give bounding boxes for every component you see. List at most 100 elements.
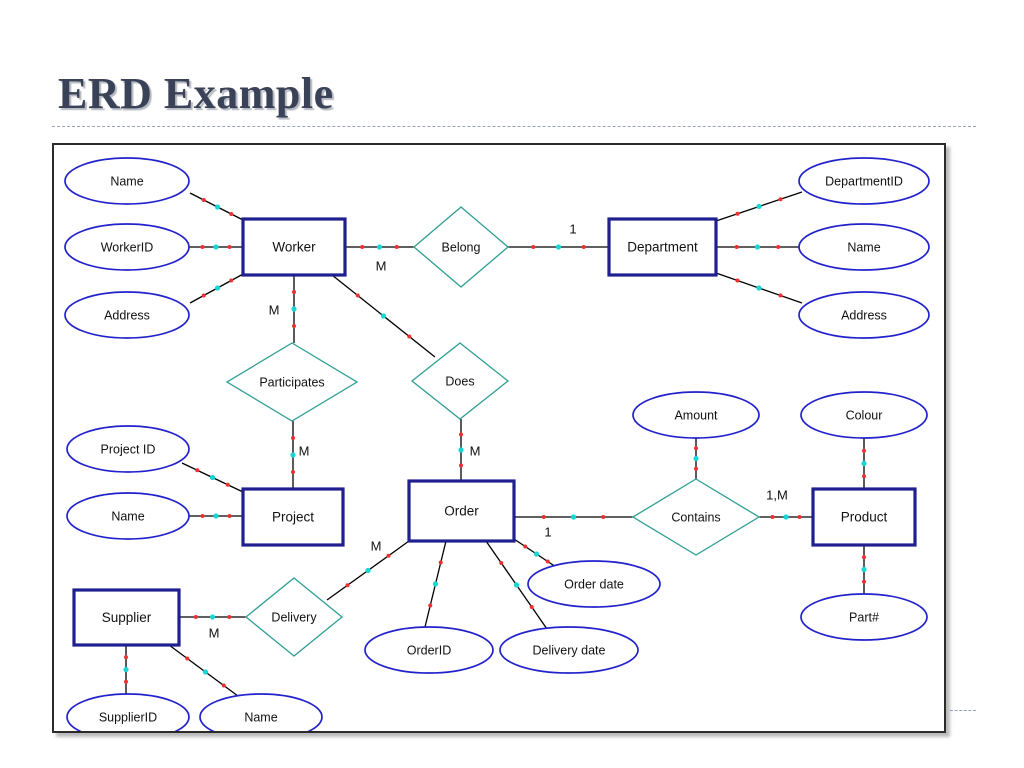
connector-handle[interactable] — [428, 603, 433, 608]
connector-handle[interactable] — [201, 198, 206, 202]
connector-handle[interactable] — [124, 655, 128, 660]
connector-handle[interactable] — [459, 432, 463, 437]
connector-handle[interactable] — [432, 581, 439, 587]
attribute-project-id[interactable]: Project ID — [66, 425, 190, 473]
connector-handle[interactable] — [797, 515, 802, 519]
connector-handle[interactable] — [209, 474, 216, 481]
connector-handle[interactable] — [376, 244, 383, 250]
connector-handle[interactable] — [545, 559, 550, 564]
connector-handle[interactable] — [227, 245, 232, 249]
connector-handle[interactable] — [458, 447, 464, 453]
entity-supplier[interactable]: Supplier — [72, 588, 181, 647]
relationship-belong[interactable]: Belong — [412, 206, 510, 288]
connector-handle[interactable] — [213, 244, 219, 250]
attribute-colour[interactable]: Colour — [800, 391, 928, 439]
connector-handle[interactable] — [735, 278, 740, 283]
connector-handle[interactable] — [862, 474, 866, 479]
connector-handle[interactable] — [754, 244, 761, 250]
entity-product[interactable]: Product — [811, 487, 917, 547]
connector-handle[interactable] — [193, 615, 198, 619]
connector-handle[interactable] — [124, 679, 128, 684]
entity-project[interactable]: Project — [241, 487, 345, 547]
connector-handle[interactable] — [213, 513, 219, 519]
connector-handle[interactable] — [227, 615, 232, 619]
connector-handle[interactable] — [195, 468, 200, 473]
connector-handle[interactable] — [202, 669, 209, 675]
connector-handle[interactable] — [756, 285, 762, 291]
connector-handle[interactable] — [227, 514, 232, 518]
attribute-project-name[interactable]: Name — [66, 492, 190, 540]
connector-handle[interactable] — [201, 293, 206, 298]
connector-handle[interactable] — [770, 515, 775, 519]
connector-handle[interactable] — [776, 245, 781, 249]
connector-handle[interactable] — [693, 455, 699, 462]
connector-handle[interactable] — [570, 514, 577, 520]
connector-handle[interactable] — [499, 561, 504, 565]
connector-handle[interactable] — [292, 324, 296, 328]
attribute-worker-name[interactable]: Name — [64, 157, 190, 205]
attribute-worker-address[interactable]: Address — [64, 291, 190, 339]
relationship-contains[interactable]: Contains — [631, 478, 761, 556]
connector-handle[interactable] — [407, 334, 412, 339]
connector-handle[interactable] — [291, 470, 295, 474]
connector-handle[interactable] — [365, 567, 371, 574]
connector-handle[interactable] — [380, 313, 387, 319]
attribute-amount[interactable]: Amount — [632, 391, 760, 439]
connector-handle[interactable] — [345, 583, 350, 588]
connector-handle[interactable] — [291, 306, 297, 312]
connector-handle[interactable] — [200, 245, 205, 249]
connector-handle[interactable] — [694, 466, 698, 471]
connector-handle[interactable] — [394, 245, 399, 249]
connector-handle[interactable] — [523, 544, 528, 549]
connector-handle[interactable] — [292, 290, 296, 294]
attribute-supplier-name[interactable]: Name — [199, 693, 323, 731]
connector-handle[interactable] — [221, 683, 226, 688]
connector-handle[interactable] — [123, 666, 129, 673]
connector-handle[interactable] — [756, 203, 762, 210]
connector-handle[interactable] — [531, 245, 536, 249]
attribute-order-date[interactable]: Order date — [527, 560, 661, 608]
attribute-supplier-id[interactable]: SupplierID — [66, 693, 190, 731]
connector-handle[interactable] — [533, 551, 540, 557]
connector-handle[interactable] — [581, 245, 586, 249]
attribute-part-number[interactable]: Part# — [800, 593, 928, 641]
relationship-participates[interactable]: Participates — [225, 342, 359, 422]
connector-handle[interactable] — [735, 211, 740, 216]
connector-handle[interactable] — [229, 278, 234, 283]
connector-handle[interactable] — [185, 656, 190, 661]
connector-handle[interactable] — [360, 245, 365, 249]
attribute-dept-id[interactable]: DepartmentID — [798, 157, 930, 205]
connector-handle[interactable] — [601, 515, 606, 519]
connector-handle[interactable] — [734, 245, 739, 249]
connector-handle[interactable] — [555, 244, 562, 250]
connector-handle[interactable] — [862, 448, 866, 453]
connector-handle[interactable] — [438, 560, 443, 565]
connector-handle[interactable] — [214, 204, 221, 210]
attribute-worker-id[interactable]: WorkerID — [64, 223, 190, 271]
connector-handle[interactable] — [200, 514, 205, 518]
connector-handle[interactable] — [778, 197, 783, 202]
connector-handle[interactable] — [459, 463, 463, 468]
connector-handle[interactable] — [290, 452, 296, 458]
connector-handle[interactable] — [529, 605, 534, 609]
connector-handle[interactable] — [214, 285, 221, 291]
connector-handle[interactable] — [861, 460, 867, 467]
connector-handle[interactable] — [225, 482, 230, 487]
attribute-dept-name[interactable]: Name — [798, 223, 930, 271]
attribute-dept-address[interactable]: Address — [798, 291, 930, 339]
attribute-order-id[interactable]: OrderID — [364, 626, 494, 674]
attribute-delivery-date[interactable]: Delivery date — [499, 626, 639, 674]
connector-handle[interactable] — [229, 212, 234, 216]
connector-handle[interactable] — [783, 514, 789, 520]
relationship-does[interactable]: Does — [410, 342, 510, 420]
connector-handle[interactable] — [291, 436, 295, 440]
connector-handle[interactable] — [355, 293, 360, 298]
connector-handle[interactable] — [694, 446, 698, 451]
entity-worker[interactable]: Worker — [241, 217, 347, 277]
connector-handle[interactable] — [541, 515, 546, 519]
relationship-delivery[interactable]: Delivery — [244, 577, 344, 657]
connector-handle[interactable] — [513, 582, 520, 588]
entity-order[interactable]: Order — [407, 479, 516, 543]
connector-handle[interactable] — [862, 579, 866, 584]
entity-department[interactable]: Department — [607, 217, 718, 277]
